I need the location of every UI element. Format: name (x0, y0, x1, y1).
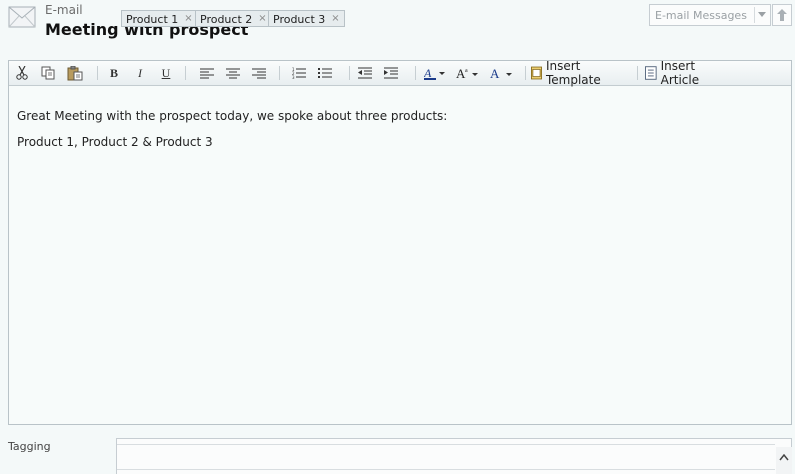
rich-text-toolbar: B I U 123 A A a A Insert Template Insert… (9, 59, 791, 87)
bulleted-list-button[interactable] (317, 64, 333, 82)
toolbar-divider (97, 66, 98, 80)
tagging-label: Tagging (8, 440, 51, 453)
font-color-button[interactable]: A (489, 64, 515, 82)
increase-indent-button[interactable] (383, 64, 399, 82)
entity-type-label: E-mail (45, 3, 83, 17)
insert-template-label: Insert Template (545, 59, 601, 87)
highlight-icon: A (424, 66, 445, 80)
close-icon[interactable]: × (331, 13, 339, 24)
body-line: Great Meeting with the prospect today, w… (17, 109, 448, 123)
toolbar-divider (525, 66, 526, 80)
tag-chip[interactable]: Product 3 × (268, 10, 345, 27)
insert-article-label: Insert Article (660, 59, 700, 87)
tag-label: Product 1 (126, 13, 179, 26)
cut-button[interactable] (13, 64, 31, 82)
tag-list (117, 444, 775, 470)
align-center-icon (226, 68, 240, 78)
tag-label: Product 3 (273, 13, 326, 26)
align-left-icon (200, 68, 214, 78)
record-navigation-select[interactable]: E-mail Messages (649, 4, 771, 26)
indent-icon (384, 67, 398, 79)
font-color-icon: A (490, 66, 512, 80)
underline-button[interactable]: U (159, 64, 173, 82)
numbered-list-icon: 123 (292, 67, 306, 79)
svg-text:a: a (465, 68, 468, 74)
italic-button[interactable]: I (133, 64, 147, 82)
paste-icon (67, 65, 83, 80)
toolbar-divider (637, 66, 638, 80)
tag-label: Product 2 (200, 13, 253, 26)
bold-button[interactable]: B (107, 64, 121, 82)
insert-article-button[interactable]: Insert Article (645, 59, 735, 87)
tag-chip[interactable]: Product 2 × (195, 10, 272, 27)
align-right-button[interactable] (251, 64, 267, 82)
chevron-down-icon (758, 12, 766, 17)
close-icon[interactable]: × (258, 13, 266, 24)
align-center-button[interactable] (225, 64, 241, 82)
toolbar-divider (415, 66, 416, 80)
copy-icon (41, 66, 55, 80)
insert-template-button[interactable]: Insert Template (531, 59, 631, 87)
tagging-field[interactable] (116, 438, 792, 474)
nav-select-value: E-mail Messages (655, 9, 747, 22)
copy-button[interactable] (39, 64, 57, 82)
select-divider (754, 7, 755, 23)
align-left-button[interactable] (199, 64, 215, 82)
highlight-button[interactable]: A (423, 64, 447, 82)
arrow-up-icon (777, 9, 787, 21)
decrease-indent-button[interactable] (357, 64, 373, 82)
paste-button[interactable] (65, 64, 85, 82)
envelope-icon (8, 6, 36, 28)
numbered-list-button[interactable]: 123 (291, 64, 307, 82)
template-icon (531, 66, 542, 80)
toolbar-divider (185, 66, 186, 80)
email-body-text[interactable]: Great Meeting with the prospect today, w… (9, 86, 791, 149)
outdent-icon (358, 67, 372, 79)
body-line: Product 1, Product 2 & Product 3 (17, 135, 213, 149)
tag-scrollbar[interactable] (776, 447, 792, 474)
svg-text:A: A (490, 66, 500, 80)
chevron-up-icon (779, 454, 789, 461)
toolbar-divider (349, 66, 350, 80)
nav-up-button[interactable] (772, 4, 792, 26)
svg-text:A: A (424, 66, 432, 80)
email-body-editor[interactable]: B I U 123 A A a A Insert Template Insert… (8, 59, 792, 425)
font-size-icon: A a (456, 66, 478, 80)
toolbar-divider (279, 66, 280, 80)
align-right-icon (252, 68, 266, 78)
record-header: E-mail Meeting with prospect E-mail Mess… (0, 0, 795, 58)
article-icon (645, 66, 657, 80)
tag-chip[interactable]: Product 1 × (121, 10, 198, 27)
bulleted-list-icon (318, 68, 332, 78)
svg-text:3: 3 (292, 75, 295, 79)
close-icon[interactable]: × (184, 13, 192, 24)
scissors-icon (16, 66, 28, 80)
font-size-button[interactable]: A a (455, 64, 481, 82)
